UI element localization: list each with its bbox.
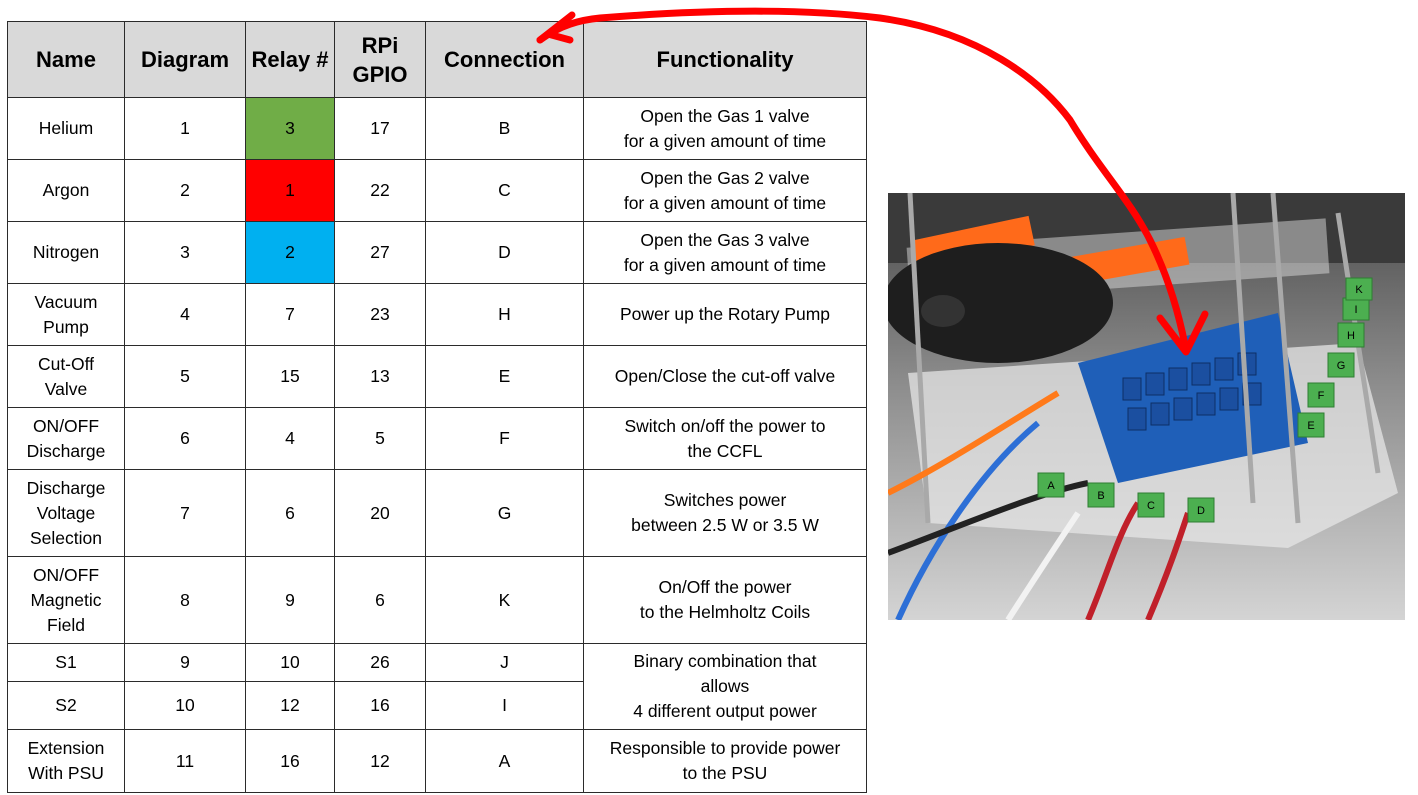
connector-label-c: C [1147,500,1155,512]
connector-label-h: H [1347,330,1355,342]
table-row: S1 9 10 26 J Binary combination that all… [7,643,867,730]
header-gpio: RPi GPIO [334,21,426,98]
cell-relay: 1 [245,159,335,222]
cell-name: Discharge Voltage Selection [7,469,125,557]
cell-relay: 12 [245,681,335,730]
cell-connection: J [425,643,584,682]
table-row: Nitrogen 3 2 27 D Open the Gas 3 valve f… [7,221,867,284]
table-row: Cut-Off Valve 5 15 13 E Open/Close the c… [7,345,867,408]
cell-connection: A [425,729,584,793]
cell-functionality: Binary combination that allows 4 differe… [583,643,867,730]
table-row: Extension With PSU 11 16 12 A Responsibl… [7,729,867,793]
header-diagram: Diagram [124,21,246,98]
cell-name: ON/OFF Discharge [7,407,125,470]
cell-diagram: 8 [124,556,246,644]
cell-gpio: 13 [334,345,426,408]
header-connection: Connection [425,21,584,98]
cell-functionality: Switch on/off the power to the CCFL [583,407,867,470]
table-row: ON/OFF Magnetic Field 8 9 6 K On/Off the… [7,556,867,644]
header-relay: Relay # [245,21,335,98]
table-row: Argon 2 1 22 C Open the Gas 2 valve for … [7,159,867,222]
cell-functionality: Open the Gas 3 valve for a given amount … [583,221,867,284]
cell-relay: 2 [245,221,335,284]
cell-name: S2 [7,681,125,730]
cell-functionality: Switches power between 2.5 W or 3.5 W [583,469,867,557]
cell-diagram: 4 [124,283,246,346]
hardware-photo: A B C D E F G H I K [888,193,1405,620]
connector-label-f: F [1318,390,1325,402]
cell-connection: G [425,469,584,557]
connector-label-a: A [1047,480,1055,492]
cell-relay: 16 [245,729,335,793]
cell-name: Cut-Off Valve [7,345,125,408]
cell-relay: 6 [245,469,335,557]
cell-gpio: 26 [334,643,426,682]
cell-diagram: 9 [124,643,246,682]
cell-name: Vacuum Pump [7,283,125,346]
cell-connection: D [425,221,584,284]
cell-connection: E [425,345,584,408]
cell-diagram: 5 [124,345,246,408]
cell-connection: H [425,283,584,346]
cell-gpio: 5 [334,407,426,470]
cell-relay: 4 [245,407,335,470]
cell-diagram: 7 [124,469,246,557]
cell-diagram: 3 [124,221,246,284]
cell-functionality: On/Off the power to the Helmholtz Coils [583,556,867,644]
cell-relay: 15 [245,345,335,408]
cell-name: Argon [7,159,125,222]
cell-name: ON/OFF Magnetic Field [7,556,125,644]
cell-diagram: 2 [124,159,246,222]
webcam [888,243,1113,363]
cell-gpio: 17 [334,97,426,160]
cell-diagram: 6 [124,407,246,470]
relay-table: Name Diagram Relay # RPi GPIO Connection… [7,21,867,793]
cell-connection: C [425,159,584,222]
cell-gpio: 20 [334,469,426,557]
cell-connection: I [425,681,584,730]
cell-name: Extension With PSU [7,729,125,793]
cell-diagram: 11 [124,729,246,793]
table-row: Vacuum Pump 4 7 23 H Power up the Rotary… [7,283,867,346]
header-name: Name [7,21,125,98]
table-row: Helium 1 3 17 B Open the Gas 1 valve for… [7,97,867,160]
cell-functionality: Open the Gas 1 valve for a given amount … [583,97,867,160]
cell-relay: 7 [245,283,335,346]
connector-label-d: D [1197,505,1205,517]
cell-connection: K [425,556,584,644]
cell-functionality: Open the Gas 2 valve for a given amount … [583,159,867,222]
header-row: Name Diagram Relay # RPi GPIO Connection… [7,21,867,98]
cell-relay: 9 [245,556,335,644]
cell-gpio: 12 [334,729,426,793]
table-row: ON/OFF Discharge 6 4 5 F Switch on/off t… [7,407,867,470]
cell-relay: 3 [245,97,335,160]
connector-label-g: G [1337,360,1346,372]
cell-functionality: Open/Close the cut-off valve [583,345,867,408]
cell-gpio: 16 [334,681,426,730]
webcam-lens [921,295,965,327]
cell-connection: B [425,97,584,160]
table-row: Discharge Voltage Selection 7 6 20 G Swi… [7,469,867,557]
cell-relay: 10 [245,643,335,682]
cell-gpio: 23 [334,283,426,346]
cell-diagram: 1 [124,97,246,160]
header-functionality: Functionality [583,21,867,98]
cell-name: S1 [7,643,125,682]
connector-label-k: K [1355,284,1363,296]
cell-name: Helium [7,97,125,160]
cell-name: Nitrogen [7,221,125,284]
cell-gpio: 6 [334,556,426,644]
cell-functionality: Power up the Rotary Pump [583,283,867,346]
cell-diagram: 10 [124,681,246,730]
cell-gpio: 27 [334,221,426,284]
connector-label-b: B [1097,490,1104,502]
cell-gpio: 22 [334,159,426,222]
connector-label-e: E [1307,420,1314,432]
connector-label-i: I [1354,304,1357,316]
cell-functionality: Responsible to provide power to the PSU [583,729,867,793]
cell-connection: F [425,407,584,470]
